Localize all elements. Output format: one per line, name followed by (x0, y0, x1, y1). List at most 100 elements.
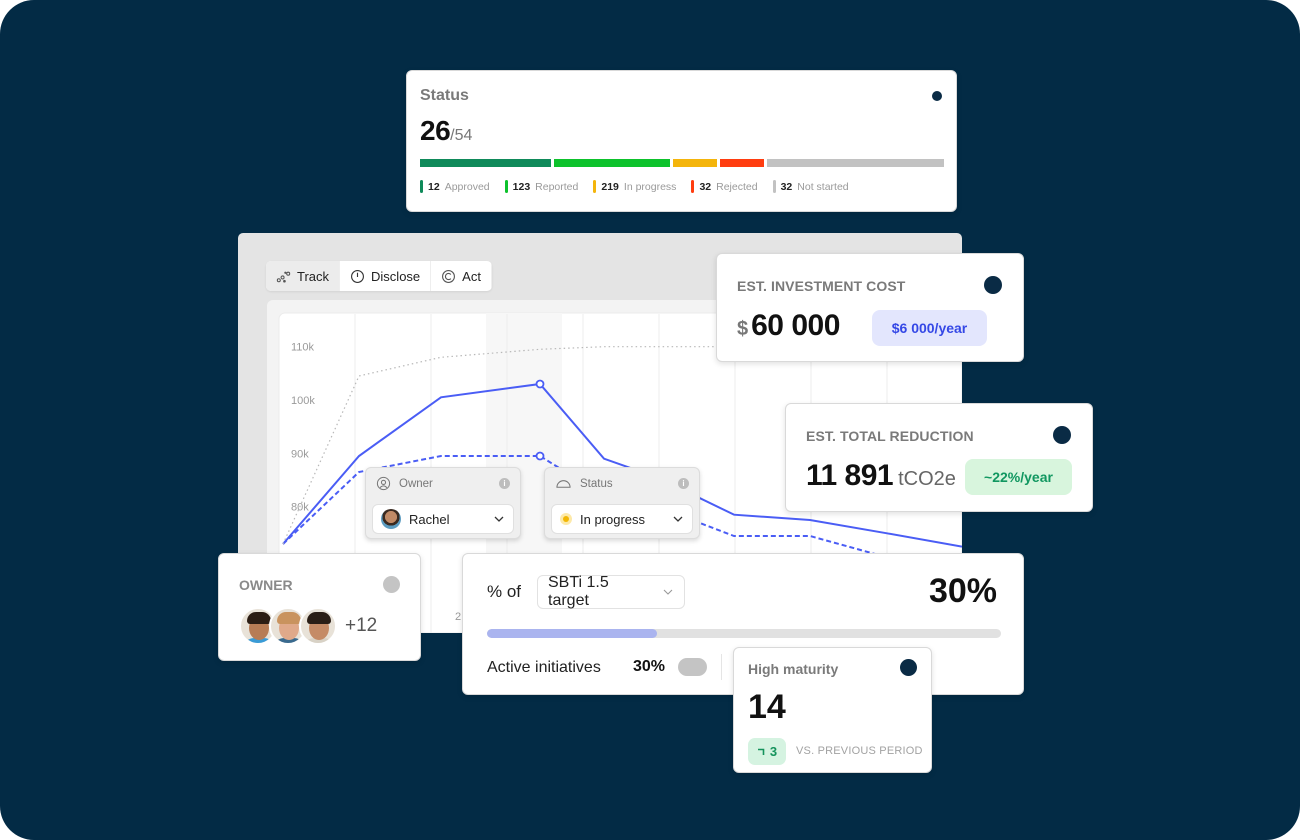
status-legend-item: 219 In progress (593, 180, 676, 193)
total-reduction-card: EST. TOTAL REDUCTION 11 891 tCO2e ~22%/y… (785, 403, 1093, 512)
investment-amount: 60 000 (751, 309, 840, 342)
investment-cost-value: $ 60 000 (737, 309, 840, 343)
status-dropdown[interactable]: In progress (551, 504, 693, 534)
x-tick-label: 2 (455, 611, 461, 623)
series-marker-actual (535, 379, 545, 389)
active-initiatives-toggle[interactable] (678, 658, 707, 676)
y-tick-label: 100k (291, 395, 315, 407)
legend-label: Rejected (716, 180, 758, 193)
total-reduction-value: 11 891 tCO2e (806, 459, 956, 493)
user-circle-icon (376, 476, 391, 491)
chevron-down-icon (663, 589, 673, 595)
currency-symbol: $ (737, 318, 749, 340)
owner-dropdown[interactable]: Rachel (372, 504, 514, 534)
investment-indicator-dot (984, 276, 1002, 294)
owner-select-card: Owner i Rachel (365, 467, 521, 539)
avatar[interactable] (299, 607, 337, 645)
tab-disclose[interactable]: Disclose (340, 261, 432, 291)
status-segment-in-progress (672, 159, 718, 167)
in-progress-status-icon (560, 513, 572, 525)
status-legend: 12 Approved 123 Reported 219 In progress 32 Rej… (420, 180, 849, 193)
legend-count: 12 (428, 180, 440, 193)
reduction-per-year-badge: ~22%/year (965, 459, 1072, 495)
status-legend-item: 32 Not started (772, 180, 849, 193)
status-count-total: /54 (450, 127, 473, 144)
view-tabs: Track Disclose Act (266, 261, 492, 291)
owner-avatar (381, 509, 401, 529)
status-count: 26/54 (420, 115, 472, 147)
series-marker-projected (535, 451, 545, 461)
gauge-icon (556, 480, 571, 488)
scatter-dots-icon (276, 271, 291, 282)
investment-cost-card: EST. INVESTMENT COST $ 60 000 $6 000/yea… (716, 253, 1024, 362)
legend-count: 219 (601, 180, 619, 193)
legend-count: 123 (512, 180, 531, 193)
status-legend-item: 12 Approved (420, 180, 490, 193)
info-icon[interactable]: i (678, 478, 689, 489)
y-tick-label: 90k (291, 448, 309, 460)
status-select-header: Status i (555, 476, 689, 491)
status-select-label: Status (580, 477, 613, 490)
tab-track[interactable]: Track (266, 261, 341, 291)
status-title: Status (420, 87, 469, 104)
tab-act[interactable]: Act (431, 261, 492, 291)
legend-swatch (593, 180, 597, 193)
target-dropdown-value: SBTi 1.5 target (548, 574, 609, 609)
owner-select-header: Owner i (376, 476, 510, 491)
status-segment-approved (420, 159, 551, 167)
investment-per-year-badge: $6 000/year (872, 310, 987, 346)
owner-card-title: OWNER (239, 577, 293, 593)
status-segment-reported (553, 159, 670, 167)
delta-value: 3 (769, 744, 778, 759)
status-dropdown-value: In progress (580, 511, 646, 527)
chevron-down-icon (673, 516, 683, 522)
status-count-value: 26 (420, 115, 451, 146)
delta-badge: 3 (748, 738, 786, 765)
legend-swatch (772, 180, 776, 193)
legend-label: Not started (797, 180, 849, 193)
tab-track-label: Track (297, 268, 330, 284)
legend-label: Approved (444, 180, 490, 193)
legend-swatch (420, 180, 423, 193)
circle-c-icon (442, 269, 456, 283)
y-tick-label: 110k (291, 342, 315, 354)
status-select-card: Status i In progress (544, 467, 700, 539)
y-tick-label: 80k (291, 502, 309, 514)
info-icon[interactable]: i (499, 478, 510, 489)
status-indicator-dot (932, 91, 942, 101)
status-card: Status 26/54 12 Approved 123 Reported 219 In … (406, 70, 957, 212)
chevron-down-icon (494, 516, 504, 522)
reduction-indicator-dot (1053, 426, 1071, 444)
target-percent: 30% (928, 572, 997, 610)
owner-avatars[interactable]: +12 (239, 607, 377, 645)
trend-arrow-icon (757, 748, 765, 755)
owner-select-label: Owner (399, 477, 433, 490)
delta-caption: VS. PREVIOUS PERIOD (796, 745, 923, 757)
status-segment-rejected (720, 159, 765, 167)
high-maturity-card: High maturity 14 3 VS. PREVIOUS PERIOD (733, 647, 932, 773)
owner-dropdown-value: Rachel (409, 511, 450, 527)
owner-card: OWNER +12 (218, 553, 421, 661)
divider (721, 654, 722, 680)
legend-count: 32 (699, 180, 712, 193)
timer-icon (351, 269, 365, 283)
legend-swatch (691, 180, 695, 193)
active-initiatives-label: Active initiatives (487, 659, 601, 676)
owner-indicator-dot (383, 576, 400, 593)
legend-label: Reported (535, 180, 579, 193)
status-segment-not-started (767, 159, 944, 167)
active-initiatives-value: 30% (633, 658, 666, 675)
target-progress-bar (487, 629, 1001, 638)
total-reduction-title: EST. TOTAL REDUCTION (806, 428, 974, 444)
target-dropdown[interactable]: SBTi 1.5 target (537, 574, 685, 609)
maturity-indicator-dot (900, 659, 917, 676)
target-progress-fill (487, 629, 657, 638)
background-stage: Track Disclose Act 110k100k90k80k70k60k2… (0, 0, 1300, 840)
more-owners-count[interactable]: +12 (345, 615, 377, 637)
status-legend-item: 123 Reported (504, 180, 579, 193)
legend-label: In progress (623, 180, 677, 193)
tab-act-label: Act (462, 268, 481, 284)
percent-of-label: % of (487, 582, 522, 601)
high-maturity-value: 14 (748, 688, 786, 726)
status-progress-bar (420, 159, 944, 167)
